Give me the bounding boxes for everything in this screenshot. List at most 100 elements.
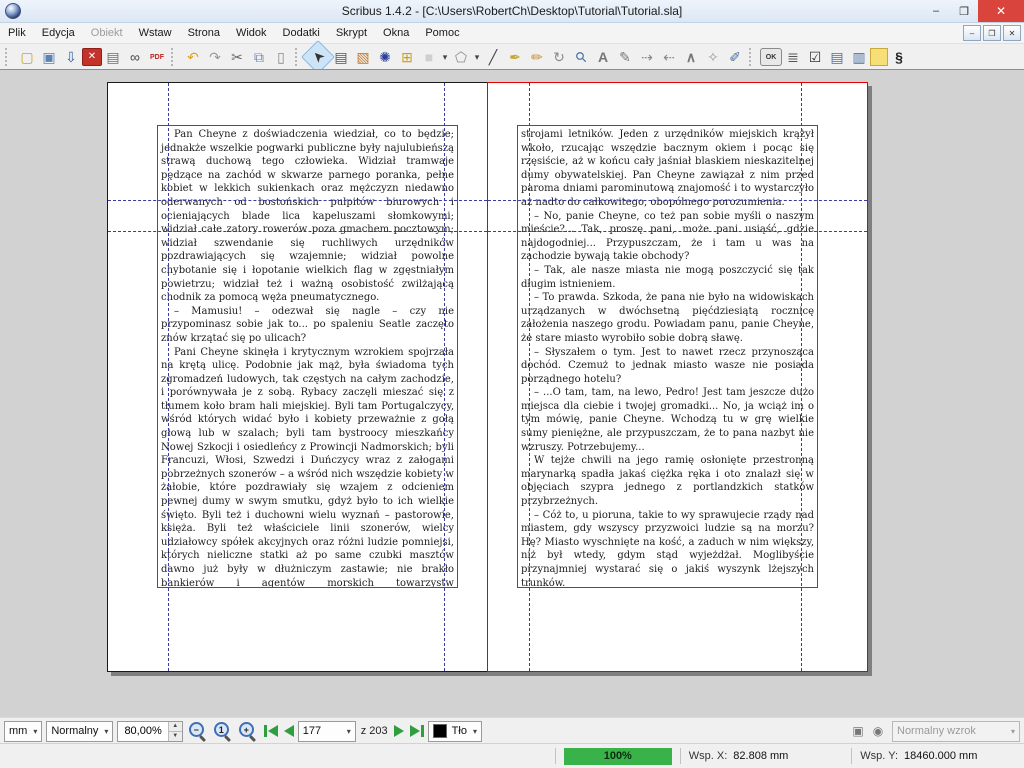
link-text-frames-icon[interactable]: ⇢ [636, 46, 658, 68]
layer-select[interactable]: Tło ▾ [428, 721, 482, 742]
cut-icon[interactable]: ✂ [226, 46, 248, 68]
vertical-guide[interactable] [801, 83, 802, 671]
copy-properties-icon[interactable]: ✧ [702, 46, 724, 68]
insert-polygon-icon[interactable]: ⬠ [450, 46, 472, 68]
horizontal-guide[interactable] [108, 200, 487, 201]
page-right-current[interactable]: strojami letników. Jeden z urzędników mi… [487, 82, 868, 672]
menu-strona[interactable]: Strona [180, 23, 228, 43]
unit-select[interactable]: mm ▾ [4, 721, 42, 742]
menu-pomoc[interactable]: Pomoc [417, 23, 467, 43]
paragraph: strojami letników. Jeden z urzędników mi… [521, 128, 814, 210]
menu-skrypt[interactable]: Skrypt [328, 23, 375, 43]
insert-bezier-curve-icon[interactable]: ✒ [504, 46, 526, 68]
color-management-icon[interactable]: ▣ [848, 722, 868, 740]
save-document-icon[interactable]: ⇩ [60, 46, 82, 68]
undo-icon[interactable]: ↶ [182, 46, 204, 68]
menu-dodatki[interactable]: Dodatki [275, 23, 328, 43]
open-document-icon[interactable]: ▣ [38, 46, 60, 68]
pdf-link-annotation-icon[interactable]: § [888, 46, 910, 68]
text-frame-right[interactable]: strojami letników. Jeden z urzędników mi… [517, 125, 818, 588]
menu-edycja[interactable]: Edycja [34, 23, 83, 43]
export-pdf-icon[interactable]: PDF [146, 46, 168, 68]
insert-render-frame-icon[interactable]: ✺ [374, 46, 396, 68]
unlink-text-frames-icon[interactable]: ⇠ [658, 46, 680, 68]
eyedropper-icon[interactable]: ✐ [724, 46, 746, 68]
window-close-button[interactable]: ✕ [978, 0, 1024, 22]
insert-table-icon[interactable]: ⊞ [396, 46, 418, 68]
story-editor-icon[interactable]: ✎ [614, 46, 636, 68]
mdi-close-button[interactable]: ✕ [1003, 25, 1021, 41]
shape-dropdown-arrow-icon[interactable]: ▾ [440, 46, 450, 68]
zoom-out-button[interactable]: − [186, 720, 208, 742]
spinner-up-icon[interactable]: ▲ [169, 722, 182, 732]
insert-freehand-line-icon[interactable]: ✏ [526, 46, 548, 68]
quality-select[interactable]: Normalny ▾ [46, 721, 113, 742]
chevron-down-icon: ▾ [104, 727, 108, 736]
redo-icon[interactable]: ↷ [204, 46, 226, 68]
pdf-combo-box-icon[interactable]: ▤ [826, 46, 848, 68]
preflight-verifier-icon[interactable]: ∞ [124, 46, 146, 68]
paragraph: – Tak, ale nasze miasta nie mogą poszczy… [521, 264, 814, 291]
page-left[interactable]: Pan Cheyne z doświadczenia wiedział, co … [107, 82, 488, 672]
vertical-guide[interactable] [168, 83, 169, 671]
pdf-text-field-icon[interactable]: ≣ [782, 46, 804, 68]
chevron-down-icon: ▾ [1011, 727, 1015, 736]
first-page-button[interactable] [264, 725, 278, 737]
menu-widok[interactable]: Widok [228, 23, 275, 43]
insert-image-frame-icon[interactable]: ▧ [352, 46, 374, 68]
status-separator [555, 748, 556, 764]
horizontal-guide[interactable] [488, 200, 867, 201]
pdf-text-annotation-icon[interactable]: ■ [870, 48, 888, 66]
mdi-restore-button[interactable]: ❐ [983, 25, 1001, 41]
menu-wstaw[interactable]: Wstaw [131, 23, 180, 43]
page-total-label: z 203 [361, 725, 388, 737]
unit-value: mm [9, 725, 27, 737]
zoom-level-value: 80,00% [118, 725, 167, 737]
close-document-icon[interactable]: ✕ [82, 48, 102, 66]
paragraph: Pan Cheyne z doświadczenia wiedział, co … [161, 128, 454, 305]
insert-shape-icon[interactable]: ■ [418, 46, 440, 68]
coord-x-value: 82.808 mm [733, 750, 843, 762]
main-toolbar: ▢▣⇩✕▤∞PDF↶↷✂⧉▯➤▤▧✺⊞■▾⬠▾╱✒✏↻⚲A✎⇢⇠∧✧✐OK≣☑▤… [0, 44, 1024, 71]
mdi-minimize-button[interactable]: – [963, 25, 981, 41]
paste-icon[interactable]: ▯ [270, 46, 292, 68]
coord-y-value: 18460.000 mm [904, 750, 1024, 762]
polygon-dropdown-arrow-icon[interactable]: ▾ [472, 46, 482, 68]
paragraph: – ...O tam, tam, na lewo, Pedro! Jest ta… [521, 386, 814, 454]
measurements-icon[interactable]: ∧ [680, 46, 702, 68]
zoom-level-spinner[interactable]: 80,00% ▲ ▼ [117, 721, 182, 742]
new-document-icon[interactable]: ▢ [16, 46, 38, 68]
window-restore-button[interactable]: ❐ [950, 0, 978, 22]
preview-eye-icon[interactable]: ◉ [868, 722, 888, 740]
window-minimize-button[interactable]: – [922, 0, 950, 22]
zoom-100-button[interactable]: 1 [211, 720, 233, 742]
pdf-checkbox-icon[interactable]: ☑ [804, 46, 826, 68]
text-frame-left[interactable]: Pan Cheyne z doświadczenia wiedział, co … [157, 125, 458, 588]
horizontal-guide[interactable] [488, 231, 867, 232]
scribus-app-icon [5, 3, 21, 19]
insert-line-icon[interactable]: ╱ [482, 46, 504, 68]
toolbar-drag-handle [295, 48, 300, 66]
print-document-icon[interactable]: ▤ [102, 46, 124, 68]
layer-name: Tło [452, 725, 467, 737]
vertical-guide[interactable] [529, 83, 530, 671]
quality-value: Normalny [51, 725, 98, 737]
last-page-button[interactable] [410, 725, 424, 737]
magnifier-handle [199, 735, 206, 742]
coord-x-label: Wsp. X: [689, 750, 728, 762]
pdf-push-button-icon[interactable]: OK [760, 48, 782, 66]
next-page-button[interactable] [394, 725, 404, 737]
vision-defect-select[interactable]: Normalny wzrok ▾ [892, 721, 1020, 742]
menu-plik[interactable]: Plik [0, 23, 34, 43]
pdf-list-box-icon[interactable]: ▥ [848, 46, 870, 68]
canvas[interactable]: Pan Cheyne z doświadczenia wiedział, co … [0, 69, 1024, 719]
vertical-guide[interactable] [444, 83, 445, 671]
page-number-select[interactable]: 177 ▾ [298, 721, 356, 742]
zoom-in-button[interactable]: + [236, 720, 258, 742]
previous-page-button[interactable] [284, 725, 294, 737]
arrow-left-icon [284, 725, 294, 737]
copy-icon[interactable]: ⧉ [248, 46, 270, 68]
menu-okna[interactable]: Okna [375, 23, 417, 43]
horizontal-guide[interactable] [108, 231, 487, 232]
spinner-down-icon[interactable]: ▼ [169, 732, 182, 741]
